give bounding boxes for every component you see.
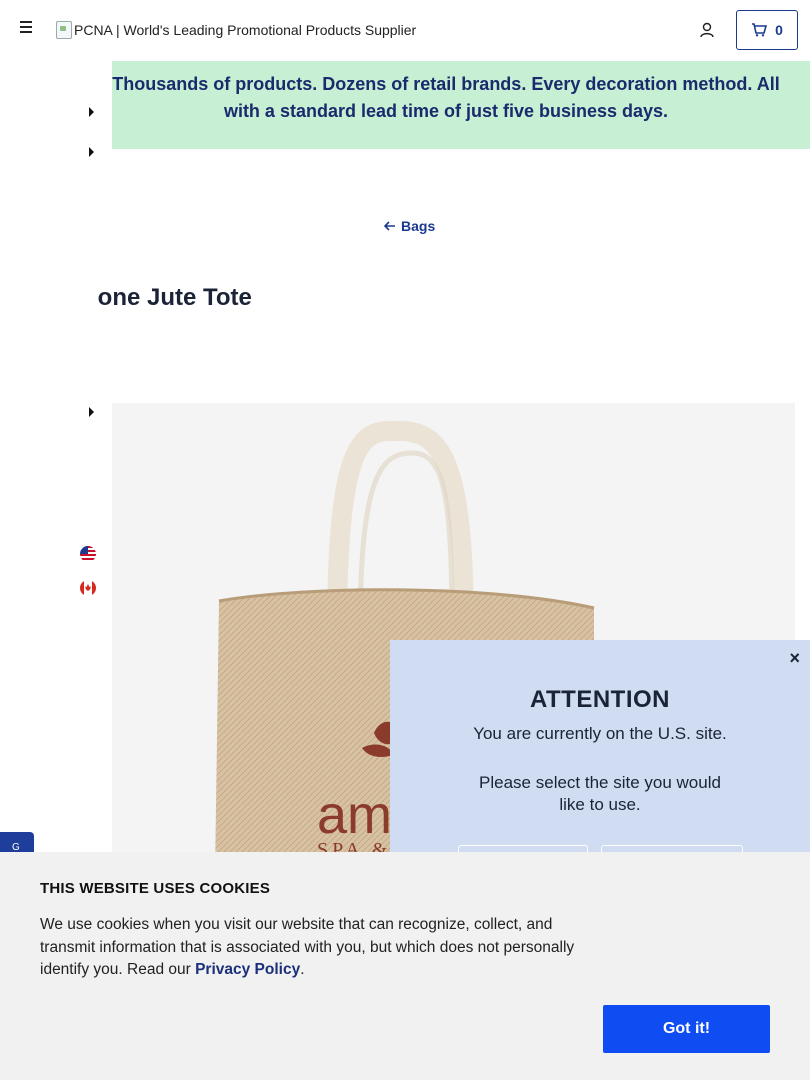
banner-line-1: Thousands of products. Dozens of retail … xyxy=(112,74,780,94)
breadcrumb-label: Bags xyxy=(401,218,436,234)
hamburger-menu-icon[interactable] xyxy=(20,21,36,39)
site-header: PCNA | World's Leading Promotional Produ… xyxy=(0,0,810,60)
product-title: oone Jute Tote xyxy=(97,284,252,311)
cookie-text: We use cookies when you visit our websit… xyxy=(40,916,575,978)
broken-image-icon xyxy=(56,21,72,39)
got-it-button[interactable]: Got it! xyxy=(603,1005,770,1053)
cookie-title: THIS WEBSITE USES COOKIES xyxy=(40,880,271,897)
attention-select-prompt: Please select the site you would like to… xyxy=(479,773,721,814)
promo-banner: Thousands of products. Dozens of retail … xyxy=(112,61,810,149)
caret-right-icon[interactable] xyxy=(88,147,96,157)
cookie-banner: THIS WEBSITE USES COOKIES We use cookies… xyxy=(0,852,810,1080)
breadcrumb-back-link[interactable]: Bags xyxy=(384,218,435,234)
attention-title: ATTENTION xyxy=(529,686,671,713)
privacy-policy-link[interactable]: Privacy Policy xyxy=(195,961,300,978)
us-flag-icon[interactable] xyxy=(80,546,96,562)
close-icon[interactable]: × xyxy=(789,648,800,669)
account-icon[interactable] xyxy=(698,21,716,39)
print-text: am xyxy=(317,785,392,845)
canada-flag-icon[interactable] xyxy=(80,580,96,596)
cart-button[interactable]: 0 xyxy=(736,10,798,50)
logo-alt-text: PCNA | World's Leading Promotional Produ… xyxy=(74,22,417,38)
cart-icon xyxy=(752,23,768,37)
attention-current-site: You are currently on the U.S. site. xyxy=(473,724,727,743)
banner-line-2: with a standard lead time of just five b… xyxy=(223,101,669,121)
caret-right-icon[interactable] xyxy=(88,107,96,117)
arrow-left-icon xyxy=(384,221,395,231)
caret-right-icon[interactable] xyxy=(88,407,96,417)
cart-count: 0 xyxy=(775,22,783,38)
site-logo[interactable]: PCNA | World's Leading Promotional Produ… xyxy=(56,21,416,39)
